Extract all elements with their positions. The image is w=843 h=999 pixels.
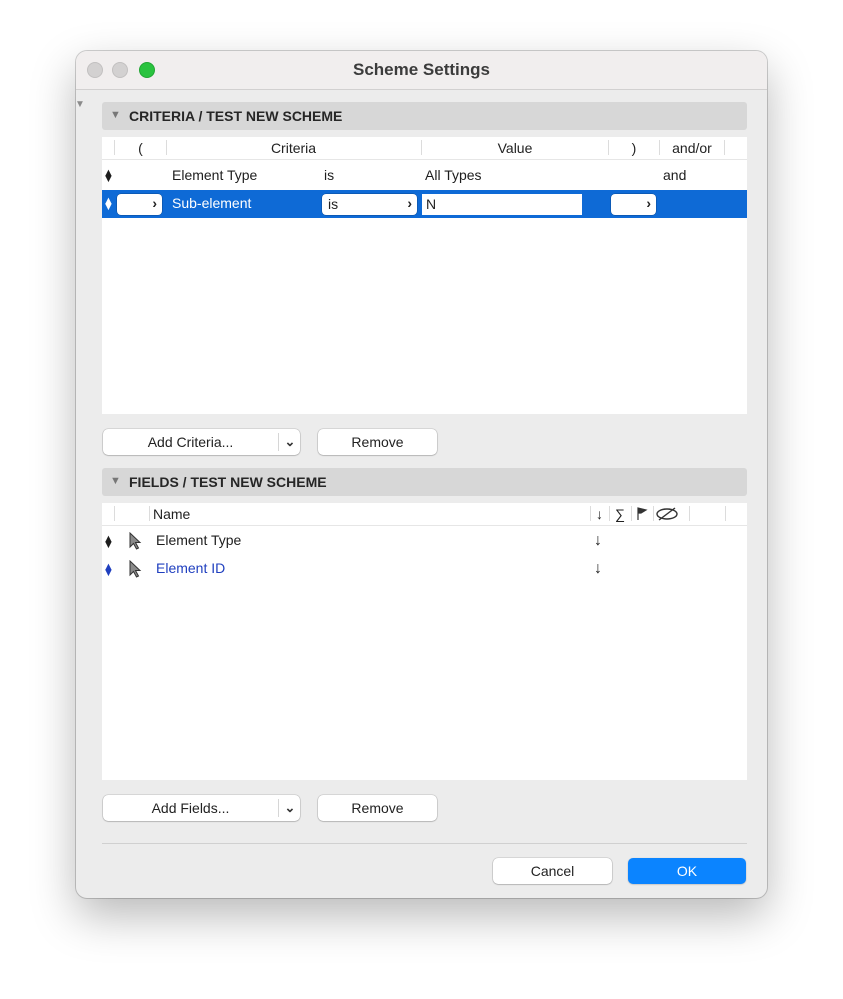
add-fields-label: Add Fields...: [151, 800, 230, 816]
chevron-down-icon[interactable]: ⌄: [279, 795, 301, 821]
arrow-cursor-icon: [129, 560, 142, 578]
column-separator: [724, 140, 725, 155]
and-or-cell[interactable]: and: [663, 167, 686, 183]
field-name[interactable]: Element Type: [156, 532, 241, 548]
value-input[interactable]: N: [422, 194, 582, 215]
fields-section-header[interactable]: ▼ FIELDS / TEST NEW SCHEME: [102, 468, 747, 496]
col-header-close-paren[interactable]: ): [609, 137, 659, 159]
open-paren-popup[interactable]: ›: [117, 194, 162, 215]
drag-handle-icon[interactable]: ▲ ▼: [103, 196, 114, 213]
disclosure-triangle-icon[interactable]: ▼: [110, 475, 121, 487]
disclosure-triangle-icon[interactable]: ▼: [110, 109, 121, 121]
column-separator: [149, 506, 150, 521]
add-criteria-label: Add Criteria...: [147, 434, 234, 450]
add-fields-button[interactable]: Add Fields... ⌄: [103, 795, 300, 821]
criteria-section-header[interactable]: ▼ CRITERIA / TEST NEW SCHEME: [102, 102, 747, 130]
operator-popup[interactable]: is ›: [322, 194, 417, 215]
col-header-value[interactable]: Value: [422, 137, 608, 159]
fields-section-title: FIELDS / TEST NEW SCHEME: [129, 474, 327, 490]
drag-handle-icon[interactable]: ▲ ▼: [103, 534, 114, 551]
fields-table: Name ↓ ∑ ▲ ▼ Element Type ↓ ▲ ▼ Element …: [102, 503, 747, 780]
col-header-sort[interactable]: ↓: [591, 503, 608, 525]
operator-value: is: [328, 196, 339, 212]
col-header-and-or[interactable]: and/or: [660, 137, 724, 159]
header-divider: [102, 159, 747, 160]
ok-button[interactable]: OK: [628, 858, 746, 884]
chevron-right-icon: ›: [407, 195, 412, 211]
criteria-section-title: CRITERIA / TEST NEW SCHEME: [129, 108, 343, 124]
field-name[interactable]: Element ID: [156, 560, 225, 576]
col-header-criteria[interactable]: Criteria: [167, 137, 420, 159]
operator-cell[interactable]: is: [324, 167, 334, 183]
column-separator: [114, 506, 115, 521]
title-bar: Scheme Settings: [76, 51, 767, 90]
col-header-open-paren[interactable]: (: [115, 137, 166, 159]
arrow-cursor-icon: [129, 532, 142, 550]
cancel-button[interactable]: Cancel: [493, 858, 612, 884]
column-separator: [689, 506, 690, 521]
col-header-flag[interactable]: [632, 503, 652, 525]
col-header-hidden[interactable]: [654, 503, 680, 525]
collapse-arrow-icon: ▼: [76, 99, 85, 110]
remove-fields-button[interactable]: Remove: [318, 795, 437, 821]
column-separator: [725, 506, 726, 521]
remove-criteria-button[interactable]: Remove: [318, 429, 437, 455]
drag-handle-icon[interactable]: ▲ ▼: [103, 168, 114, 185]
criteria-cell[interactable]: Sub-element: [172, 195, 251, 211]
col-header-name[interactable]: Name: [153, 503, 190, 525]
scheme-settings-window: Scheme Settings ▼ ▼ CRITERIA / TEST NEW …: [76, 51, 767, 898]
chevron-right-icon: ›: [646, 195, 651, 211]
hidden-eye-icon: [656, 507, 678, 521]
add-criteria-button[interactable]: Add Criteria... ⌄: [103, 429, 300, 455]
drag-handle-icon[interactable]: ▲ ▼: [103, 562, 114, 579]
criteria-cell[interactable]: Element Type: [172, 167, 257, 183]
criteria-table: ( Criteria Value ) and/or ▲ ▼ Element Typ…: [102, 137, 747, 414]
col-header-sum[interactable]: ∑: [610, 503, 630, 525]
value-input-text: N: [426, 196, 437, 212]
sort-arrow-icon[interactable]: ↓: [594, 532, 602, 550]
header-divider: [102, 525, 747, 526]
window-title: Scheme Settings: [353, 60, 490, 79]
close-paren-popup[interactable]: ›: [611, 194, 656, 215]
chevron-down-icon[interactable]: ⌄: [279, 429, 301, 455]
value-cell[interactable]: All Types: [425, 167, 482, 183]
sort-arrow-icon[interactable]: ↓: [594, 560, 602, 578]
flag-icon: [637, 507, 648, 520]
chevron-right-icon: ›: [152, 195, 157, 211]
footer-divider: [102, 843, 747, 844]
